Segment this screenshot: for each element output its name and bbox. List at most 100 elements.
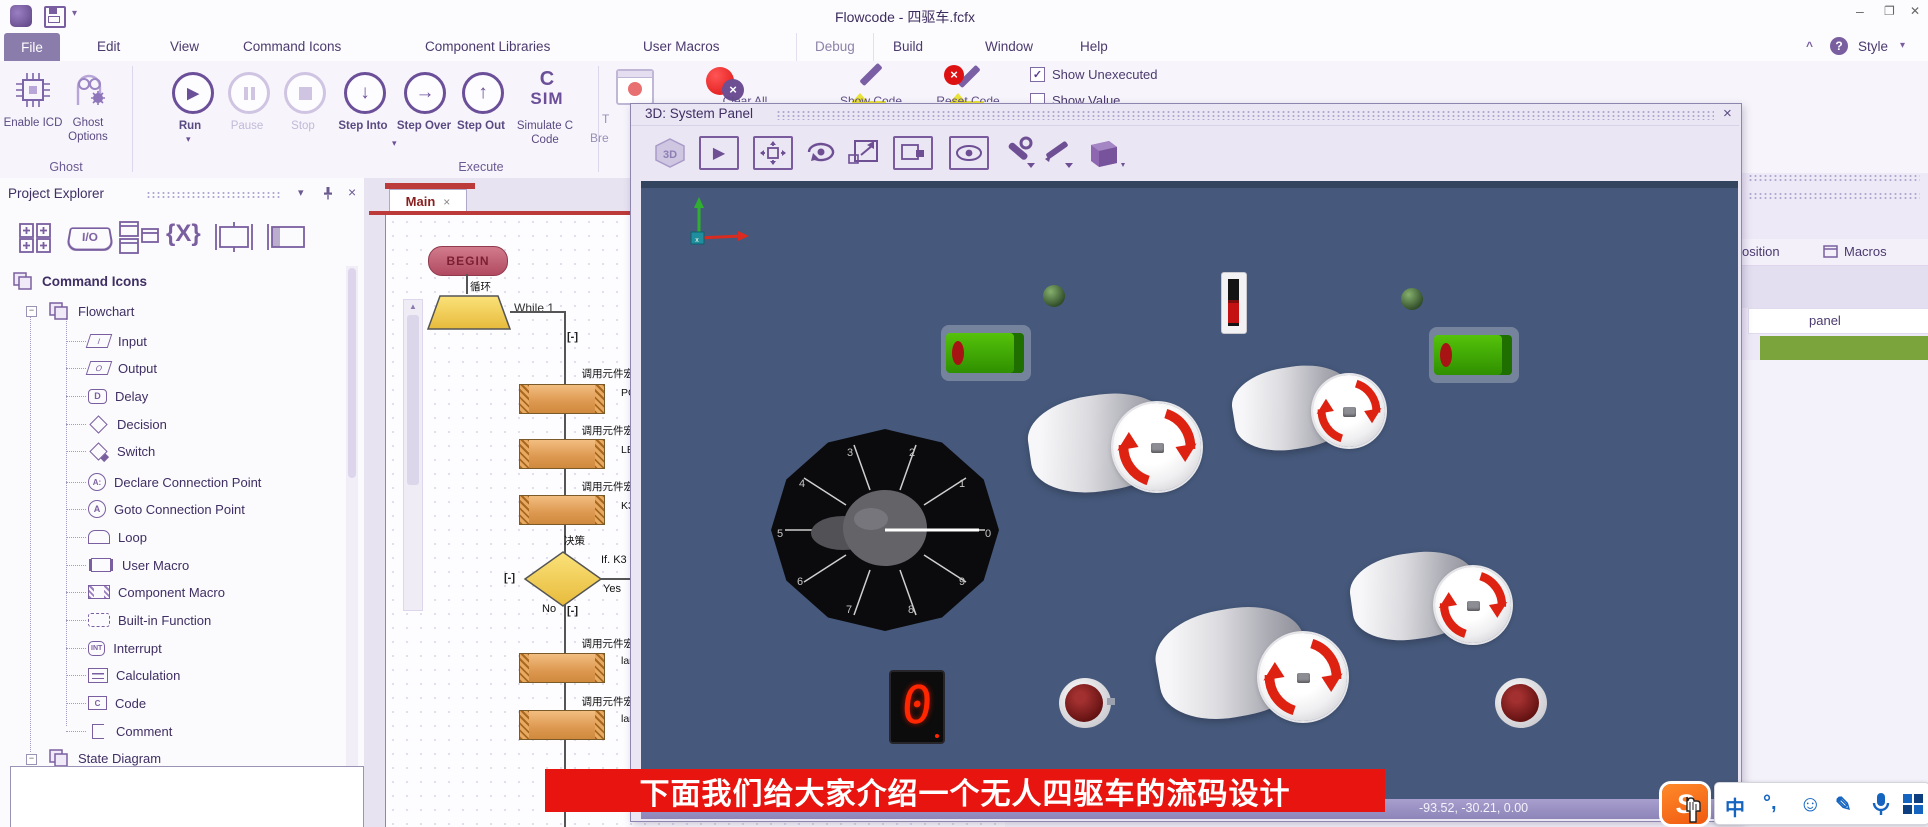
tree-item-declare-connection-point[interactable]: A: Declare Connection Point — [88, 471, 261, 493]
collapse-marker[interactable]: [-] — [567, 331, 578, 343]
tree-item-delay[interactable]: D Delay — [88, 385, 148, 407]
category-io-icon[interactable]: I/O — [66, 227, 115, 251]
tree-item-component-macro[interactable]: Component Macro — [88, 581, 225, 603]
ime-handwriting-button[interactable]: ✎ — [1835, 792, 1852, 817]
collapse-ribbon-icon[interactable]: ^ — [1806, 39, 1813, 53]
tree-item-calculation[interactable]: Calculation — [88, 664, 180, 686]
rotary-dial[interactable]: 0 1 2 3 4 5 6 7 8 9 — [769, 427, 1001, 633]
category-windows-icon[interactable] — [118, 220, 160, 256]
menu-help[interactable]: Help — [1080, 39, 1108, 54]
panel-3d-drag-handle[interactable] — [776, 110, 1714, 120]
menu-component-libraries[interactable]: Component Libraries — [425, 39, 550, 54]
flow-begin[interactable]: BEGIN — [428, 246, 508, 276]
menu-file[interactable]: File — [4, 33, 60, 61]
pause-button[interactable] — [228, 72, 270, 114]
menu-build[interactable]: Build — [893, 39, 923, 54]
tree-item-built-in-function[interactable]: Built-in Function — [88, 609, 211, 631]
panel-3d-titlebar[interactable]: 3D: System Panel × — [631, 104, 1739, 126]
solid-view-button[interactable] — [1083, 133, 1125, 171]
ime-emoji-button[interactable]: ☺ — [1799, 791, 1821, 817]
right-row-position[interactable]: osition Macros — [1740, 239, 1928, 266]
flow-loop-start[interactable] — [426, 294, 512, 332]
canvas-scrollbar[interactable]: ▲ — [403, 299, 423, 611]
tab-close-icon[interactable]: × — [443, 195, 450, 209]
menu-command-icons[interactable]: Command Icons — [243, 39, 341, 54]
run-button[interactable]: ▶ — [172, 72, 214, 114]
category-usermacro-icon[interactable] — [212, 222, 256, 252]
flow-component-macro-5[interactable] — [519, 710, 605, 740]
flow-component-macro-3[interactable] — [519, 495, 605, 525]
show-unexecuted-box[interactable]: ✓ — [1030, 67, 1045, 82]
category-grid-icon[interactable] — [18, 222, 58, 254]
tree-item-decision[interactable]: Decision — [88, 413, 167, 435]
step-out-button[interactable]: ↑ — [462, 72, 504, 114]
flow-decision[interactable] — [523, 550, 603, 608]
resize-tool-button[interactable] — [847, 137, 881, 167]
ime-punctuation-button[interactable]: °, — [1763, 792, 1777, 815]
state-diagram-expander[interactable]: − — [26, 754, 37, 765]
run-caret-icon[interactable]: ▾ — [186, 134, 191, 145]
flow-component-macro-1[interactable] — [519, 384, 605, 414]
run-simulation-button[interactable]: ▶ — [699, 136, 739, 170]
minimize-button[interactable]: – — [1856, 3, 1864, 19]
tab-main[interactable]: Main × — [389, 189, 467, 213]
tree-root-command-icons[interactable]: Command Icons — [12, 270, 147, 292]
simulate-c-code-icon[interactable]: C SIM — [520, 69, 574, 113]
rotate-tool-button[interactable] — [803, 137, 839, 167]
tree-item-input[interactable]: I Input — [88, 330, 147, 352]
tree-group-flowchart[interactable]: Flowchart — [48, 300, 134, 322]
style-dropdown[interactable]: Style — [1858, 39, 1888, 54]
show-unexecuted-checkbox[interactable]: ✓ Show Unexecuted — [1030, 67, 1158, 82]
paint-tool-button[interactable] — [1039, 135, 1075, 169]
collapse-marker[interactable]: [-] — [504, 572, 515, 584]
panel-3d-close-icon[interactable]: × — [1723, 105, 1732, 122]
tree-item-loop[interactable]: Loop — [88, 526, 147, 548]
panel-close-icon[interactable]: × — [348, 184, 356, 200]
step-over-button[interactable]: → — [404, 72, 446, 114]
region-select-button[interactable] — [893, 136, 933, 170]
panel-3d-viewport[interactable]: x — [641, 181, 1738, 799]
tree-item-user-macro[interactable]: User Macro — [88, 554, 189, 576]
toggle-breakpoint-icon[interactable] — [616, 69, 654, 105]
ime-toolbox-button[interactable] — [1901, 792, 1925, 816]
menu-edit[interactable]: Edit — [97, 39, 120, 54]
ghost-options-icon[interactable] — [68, 69, 110, 111]
enable-icd-icon[interactable] — [12, 69, 54, 111]
stop-button[interactable] — [284, 72, 326, 114]
flowchart-expander[interactable]: − — [26, 306, 37, 317]
step-into-button[interactable]: ↓ — [344, 72, 386, 114]
ime-voice-button[interactable] — [1870, 791, 1892, 817]
pan-tool-button[interactable] — [753, 136, 793, 170]
collapse-marker[interactable]: [-] — [567, 605, 578, 617]
tree-item-switch[interactable]: Switch — [88, 440, 155, 462]
tree-item-comment[interactable]: Comment — [88, 720, 172, 742]
tree-item-output[interactable]: O Output — [88, 357, 157, 379]
menu-window[interactable]: Window — [985, 39, 1033, 54]
slide-switch[interactable] — [1221, 272, 1247, 334]
right-panel-drag-handle[interactable] — [1748, 192, 1920, 200]
right-panel-drag-handle[interactable] — [1748, 174, 1920, 182]
step-into-caret-icon[interactable]: ▾ — [392, 138, 397, 149]
wrench-tool-button[interactable] — [999, 135, 1035, 169]
panel-menu-caret-icon[interactable]: ▾ — [298, 186, 304, 199]
help-icon[interactable]: ? — [1830, 37, 1848, 55]
menu-view[interactable]: View — [170, 39, 199, 54]
flow-component-macro-4[interactable] — [519, 653, 605, 683]
tree-item-code[interactable]: C Code — [88, 692, 146, 714]
category-expression-icon[interactable]: {X} — [166, 220, 201, 248]
restore-button[interactable]: ❐ — [1884, 4, 1895, 18]
tree-item-goto-connection-point[interactable]: A Goto Connection Point — [88, 498, 245, 520]
visibility-eye-button[interactable] — [949, 136, 989, 170]
menu-user-macros[interactable]: User Macros — [643, 39, 720, 54]
right-row-selected[interactable] — [1760, 336, 1928, 360]
pe-scrollbar[interactable] — [346, 266, 358, 766]
flow-component-macro-2[interactable] — [519, 439, 605, 469]
scroll-up-icon[interactable]: ▲ — [404, 302, 422, 311]
close-button[interactable]: ✕ — [1910, 4, 1920, 18]
ime-chinese-mode-button[interactable]: 中 — [1725, 792, 1745, 821]
right-row-panel[interactable]: panel — [1748, 308, 1928, 334]
pin-icon[interactable] — [322, 186, 334, 200]
panel-drag-handle[interactable] — [146, 191, 280, 200]
style-caret-icon[interactable]: ▾ — [1900, 40, 1905, 51]
tree-item-interrupt[interactable]: INT Interrupt — [88, 637, 162, 659]
